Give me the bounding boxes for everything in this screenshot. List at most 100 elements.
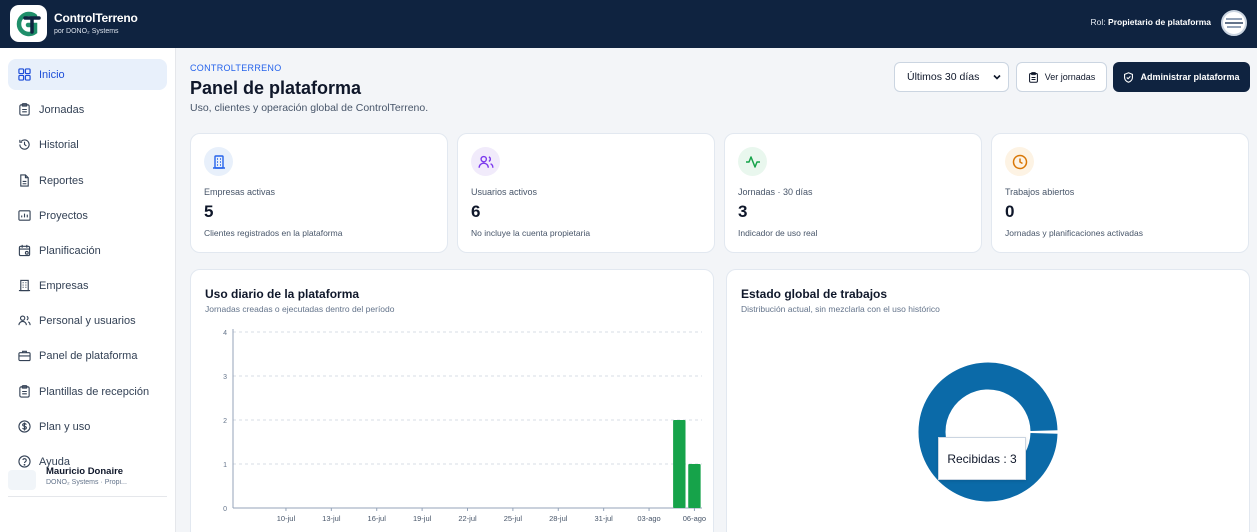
sidebar-item-proyectos[interactable]: Proyectos bbox=[8, 200, 167, 231]
sidebar-item-jornadas[interactable]: Jornadas bbox=[8, 94, 167, 125]
sidebar-item-label: Panel de plataforma bbox=[39, 349, 138, 362]
kpi-note: Clientes registrados en la plataforma bbox=[204, 228, 343, 238]
page-title: Panel de plataforma bbox=[190, 78, 362, 98]
sidebar-item-reportes[interactable]: Reportes bbox=[8, 165, 167, 196]
sidebar-item-plan-uso[interactable]: Plan y uso bbox=[8, 411, 167, 442]
kpi-label: Trabajos abiertos bbox=[1005, 187, 1075, 197]
x-tick-label: 03-ago bbox=[637, 514, 660, 523]
sidebar-item-label: Plantillas de recepción bbox=[39, 385, 150, 398]
usage-bar-chart: 0 1 2 3 4 10-jul 13-jul 16-jul 19-jul 22-jul 25-ju… bbox=[223, 329, 706, 523]
users-icon bbox=[18, 315, 31, 326]
y-tick-label: 4 bbox=[223, 330, 227, 337]
users-icon bbox=[477, 155, 494, 168]
x-tick-label: 25-jul bbox=[504, 514, 523, 523]
x-tick-label: 19-jul bbox=[413, 514, 432, 523]
brand-subtitle: por DONO₂ Systems bbox=[54, 28, 119, 35]
sidebar-item-label: Empresas bbox=[39, 279, 89, 292]
kpi-icon-wrap bbox=[738, 147, 767, 176]
kpi-value: 5 bbox=[204, 202, 214, 221]
sidebar-item-label: Jornadas bbox=[39, 103, 85, 116]
brand-title: ControlTerreno bbox=[54, 11, 138, 25]
sidebar-user-name: Mauricio Donaire bbox=[46, 466, 124, 477]
dollar-icon bbox=[18, 420, 31, 433]
kpi-icon-wrap bbox=[1005, 147, 1034, 176]
sidebar-item-label: Reportes bbox=[39, 174, 84, 187]
grid-icon bbox=[18, 68, 31, 81]
y-tick-label: 1 bbox=[223, 462, 227, 469]
chart-icon bbox=[18, 210, 31, 221]
clock-icon bbox=[1012, 154, 1027, 169]
x-tick-label: 10-jul bbox=[277, 514, 296, 523]
donut-tooltip: Recibidas : 3 bbox=[938, 437, 1026, 480]
clipboard-icon bbox=[1028, 71, 1038, 83]
history-icon bbox=[19, 139, 30, 150]
status-donut-chart bbox=[918, 362, 1058, 502]
kpi-card-trabajos: Trabajos abiertos 0 Jornadas y planifica… bbox=[991, 133, 1249, 253]
administrar-plataforma-button[interactable]: Administrar plataforma bbox=[1113, 62, 1250, 92]
sidebar-item-label: Planificación bbox=[39, 244, 101, 257]
sidebar-item-label: Personal y usuarios bbox=[39, 314, 136, 327]
kpi-card-empresas: Empresas activas 5 Clientes registrados … bbox=[190, 133, 448, 253]
y-tick-label: 3 bbox=[223, 374, 227, 381]
sidebar: Inicio Jornadas Historial Reportes Proye… bbox=[0, 48, 176, 532]
ver-jornadas-button[interactable]: Ver jornadas bbox=[1016, 62, 1107, 92]
kpi-value: 6 bbox=[471, 202, 481, 221]
x-tick-label: 16-jul bbox=[368, 514, 387, 523]
bar bbox=[673, 420, 686, 508]
period-select[interactable]: Últimos 30 días bbox=[894, 62, 1009, 92]
sidebar-item-empresas[interactable]: Empresas bbox=[8, 270, 167, 301]
sidebar-item-label: Historial bbox=[39, 138, 79, 151]
brand-logo[interactable] bbox=[10, 5, 47, 42]
y-tick-label: 0 bbox=[223, 506, 227, 513]
x-tick-label: 06-ago bbox=[683, 514, 706, 523]
activity-icon bbox=[745, 155, 760, 168]
chevron-down-icon bbox=[993, 74, 1001, 80]
role-value: Propietario de plataforma bbox=[1108, 17, 1211, 27]
page-subtitle: Uso, clientes y operación global de Cont… bbox=[190, 102, 429, 114]
top-bar: ControlTerreno por DONO₂ Systems Rol: Pr… bbox=[0, 0, 1257, 48]
sidebar-user-sub: DONO₂ Systems · Propi... bbox=[46, 479, 127, 486]
x-tick-label: 28-jul bbox=[549, 514, 568, 523]
sidebar-item-inicio[interactable]: Inicio bbox=[8, 59, 167, 90]
avatar-image-icon bbox=[1225, 18, 1243, 28]
kpi-label: Jornadas · 30 días bbox=[738, 187, 813, 197]
sidebar-item-label: Proyectos bbox=[39, 209, 88, 222]
kpi-icon-wrap bbox=[471, 147, 500, 176]
kpi-note: No incluye la cuenta propietaria bbox=[471, 228, 591, 238]
user-avatar[interactable] bbox=[1221, 10, 1247, 36]
kpi-note: Indicador de uso real bbox=[738, 228, 818, 238]
sidebar-item-label: Plan y uso bbox=[39, 420, 91, 433]
ver-jornadas-label: Ver jornadas bbox=[1044, 72, 1096, 82]
sidebar-item-plantillas[interactable]: Plantillas de recepción bbox=[8, 376, 167, 407]
kpi-card-jornadas: Jornadas · 30 días 3 Indicador de uso re… bbox=[724, 133, 982, 253]
kpi-label: Empresas activas bbox=[204, 187, 276, 197]
sidebar-item-label: Inicio bbox=[39, 68, 65, 81]
page-eyebrow: CONTROLTERRENO bbox=[190, 63, 282, 73]
logo-icon bbox=[16, 11, 41, 36]
bar bbox=[688, 464, 701, 508]
kpi-card-usuarios: Usuarios activos 6 No incluye la cuenta … bbox=[457, 133, 715, 253]
building-icon bbox=[212, 154, 225, 169]
sidebar-user-avatar[interactable] bbox=[8, 470, 36, 490]
role-label: Rol: bbox=[1090, 17, 1106, 27]
role-indicator: Rol: Propietario de plataforma bbox=[1091, 17, 1211, 27]
help-icon bbox=[18, 455, 31, 468]
file-icon bbox=[20, 174, 29, 187]
period-select-value: Últimos 30 días bbox=[907, 71, 980, 83]
sidebar-item-personal[interactable]: Personal y usuarios bbox=[8, 305, 167, 336]
clipboard-icon bbox=[19, 385, 30, 398]
y-tick-label: 2 bbox=[223, 418, 227, 425]
kpi-icon-wrap bbox=[204, 147, 233, 176]
sidebar-item-panel-plataforma[interactable]: Panel de plataforma bbox=[8, 340, 167, 371]
sidebar-item-historial[interactable]: Historial bbox=[8, 129, 167, 160]
sidebar-item-planificacion[interactable]: Planificación bbox=[8, 235, 167, 266]
building-icon bbox=[18, 279, 31, 292]
shield-icon bbox=[1124, 71, 1134, 83]
briefcase-icon bbox=[18, 350, 31, 362]
administrar-plataforma-label: Administrar plataforma bbox=[1140, 72, 1240, 82]
kpi-label: Usuarios activos bbox=[471, 187, 538, 197]
brand: ControlTerreno por DONO₂ Systems bbox=[54, 11, 138, 35]
kpi-value: 0 bbox=[1005, 202, 1015, 221]
x-tick-label: 22-jul bbox=[458, 514, 477, 523]
x-tick-label: 13-jul bbox=[322, 514, 341, 523]
